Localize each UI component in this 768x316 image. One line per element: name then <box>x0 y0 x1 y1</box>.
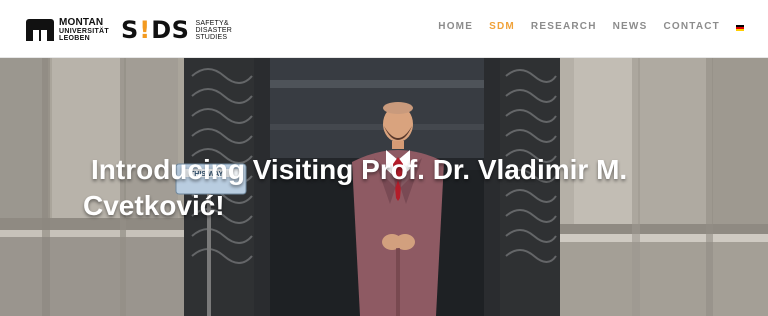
hero-banner: THIS WAY Introducing Visiting Prof. Dr. … <box>0 58 768 316</box>
nav-home[interactable]: HOME <box>438 21 473 33</box>
sds-subtitle-line3: STUDIES <box>195 33 228 41</box>
sds-wordmark: S ! DS <box>121 16 189 44</box>
mu-logo-line1: MONTAN <box>59 17 104 28</box>
nav-contact[interactable]: CONTACT <box>663 21 720 33</box>
mu-logo-line3: LEOBEN <box>59 35 90 42</box>
nav-news[interactable]: NEWS <box>613 21 648 33</box>
hero-title-line1: Introducing Visiting Prof. Dr. Vladimir … <box>91 154 628 185</box>
page: MONTAN UNIVERSITÄT LEOBEN S ! DS SAFETY&… <box>0 0 768 316</box>
sds-wordmark-right: DS <box>151 16 190 44</box>
mu-logo-mark <box>26 19 54 41</box>
de-flag-icon[interactable] <box>736 25 744 31</box>
sds-subtitle: SAFETY& DISASTER STUDIES <box>195 20 232 41</box>
sds-wordmark-left: S <box>120 16 139 44</box>
nav-sdm[interactable]: SDM <box>489 21 515 33</box>
sds-subtitle-line2: DISASTER <box>195 26 233 34</box>
mu-logo-text: MONTAN UNIVERSITÄT LEOBEN <box>59 17 109 43</box>
brand-area: MONTAN UNIVERSITÄT LEOBEN S ! DS SAFETY&… <box>26 16 232 44</box>
nav-research[interactable]: RESEARCH <box>531 21 597 33</box>
mu-logo-line2: UNIVERSITÄT <box>59 28 109 35</box>
hero-title: Introducing Visiting Prof. Dr. Vladimir … <box>83 152 627 224</box>
sds-logo[interactable]: S ! DS SAFETY& DISASTER STUDIES <box>121 16 232 44</box>
site-header: MONTAN UNIVERSITÄT LEOBEN S ! DS SAFETY&… <box>0 0 768 58</box>
hero-title-line2: Cvetković! <box>83 190 225 221</box>
montanuniversitaet-logo[interactable]: MONTAN UNIVERSITÄT LEOBEN <box>26 18 115 42</box>
sds-subtitle-line1: SAFETY& <box>195 19 229 27</box>
sds-exclaim-mark: ! <box>139 16 151 44</box>
main-navigation: HOME SDM RESEARCH NEWS CONTACT <box>438 21 744 33</box>
